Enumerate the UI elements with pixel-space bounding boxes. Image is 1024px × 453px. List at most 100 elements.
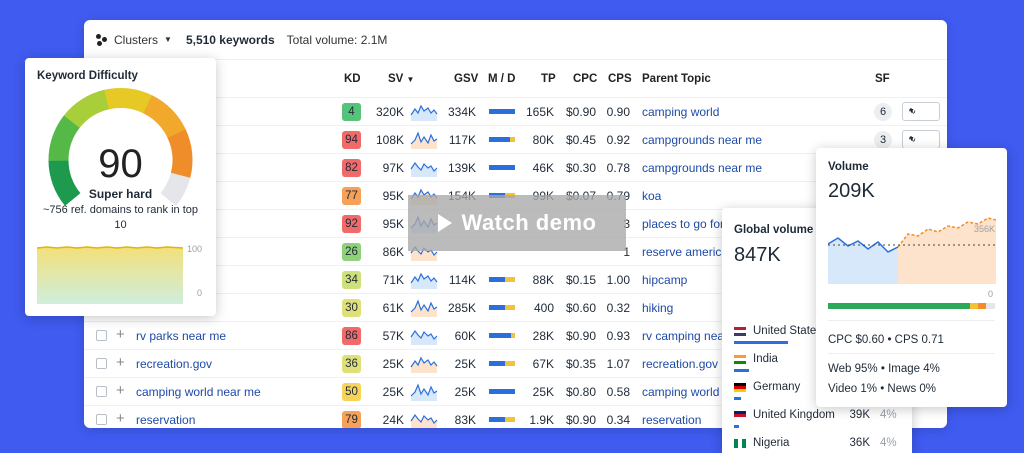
add-keyword-icon[interactable]: + xyxy=(116,327,125,342)
intent-segment xyxy=(978,303,986,309)
keyword-link[interactable]: rv parks near me xyxy=(136,329,226,343)
add-keyword-icon[interactable]: + xyxy=(116,411,125,426)
keyword-link[interactable]: reservation xyxy=(136,413,195,427)
col-cpc[interactable]: CPC xyxy=(573,73,597,85)
trend-dropdown[interactable]: ∿ ▼ xyxy=(902,102,940,121)
parent-topic-link[interactable]: recreation.gov xyxy=(642,357,718,371)
col-md[interactable]: M / D xyxy=(488,73,515,85)
mobile-share xyxy=(489,361,505,366)
country-name: Germany xyxy=(753,381,801,393)
volume-cpc-cps: CPC $0.60 • CPS 0.71 xyxy=(828,334,944,346)
volume-sparkline xyxy=(410,272,438,289)
volume-sparkline xyxy=(410,356,438,373)
row-checkbox[interactable] xyxy=(96,414,107,425)
kd-axis-min: 0 xyxy=(197,288,203,298)
volume-title: Volume xyxy=(828,161,869,173)
mobile-desktop-bar xyxy=(489,165,515,170)
cpc-value: $0.90 xyxy=(565,413,596,427)
keyword-link[interactable]: camping world near me xyxy=(136,385,261,399)
clusters-icon xyxy=(96,33,108,46)
search-volume: 25K xyxy=(382,385,404,399)
add-keyword-icon[interactable]: + xyxy=(116,383,125,398)
volume-video-news: Video 1% • News 0% xyxy=(828,383,937,395)
kd-badge: 92 xyxy=(342,215,361,233)
country-share-bar xyxy=(734,397,741,400)
volume-sparkline xyxy=(410,161,438,177)
col-kd[interactable]: KD xyxy=(344,73,361,85)
global-volume: 25K xyxy=(454,357,476,371)
country-volume: 36K xyxy=(849,437,870,449)
flag-de-icon xyxy=(734,383,746,392)
desktop-share xyxy=(505,361,515,366)
serp-features-count[interactable]: 3 xyxy=(874,131,892,149)
global-volume: 83K xyxy=(454,413,476,427)
kd-axis-max: 100 xyxy=(187,244,203,254)
parent-topic-link[interactable]: hiking xyxy=(642,301,673,315)
volume-sparkline xyxy=(410,329,438,345)
clusters-dropdown[interactable]: Clusters ▼ xyxy=(96,33,172,47)
mobile-desktop-bar xyxy=(489,389,515,394)
country-volume: 39K xyxy=(849,409,870,421)
parent-topic-link[interactable]: campgrounds near me xyxy=(642,161,762,175)
mobile-share xyxy=(489,109,515,114)
cpc-value: $0.90 xyxy=(565,105,596,119)
parent-topic-link[interactable]: hipcamp xyxy=(642,273,687,287)
row-checkbox[interactable] xyxy=(96,358,107,369)
col-sf[interactable]: SF xyxy=(875,73,890,85)
parent-topic-link[interactable]: reserve america xyxy=(642,245,728,259)
kd-badge: 50 xyxy=(342,383,361,401)
col-tp[interactable]: TP xyxy=(541,73,556,85)
country-name: Nigeria xyxy=(753,437,790,449)
watch-demo-button[interactable]: Watch demo xyxy=(408,195,626,251)
col-sv[interactable]: SV ▼ xyxy=(388,73,414,85)
kd-history-area xyxy=(37,247,183,304)
col-cps[interactable]: CPS xyxy=(608,73,632,85)
cpc-value: $0.60 xyxy=(565,301,596,315)
mobile-share xyxy=(489,305,505,310)
add-keyword-icon[interactable]: + xyxy=(116,355,125,370)
global-volume: 60K xyxy=(454,329,476,343)
mobile-share xyxy=(489,165,515,170)
mobile-desktop-bar xyxy=(489,333,515,338)
trend-dropdown[interactable]: ∿ ▼ xyxy=(902,130,940,149)
keyword-link[interactable]: recreation.gov xyxy=(136,357,212,371)
cpc-value: $0.45 xyxy=(565,133,596,147)
intent-segment xyxy=(970,303,978,309)
kd-gauge-segment xyxy=(63,89,110,129)
search-volume: 95K xyxy=(382,189,404,203)
volume-divider xyxy=(828,353,995,354)
parent-topic-link[interactable]: reservation xyxy=(642,413,701,427)
play-icon xyxy=(437,214,452,232)
col-parent-topic[interactable]: Parent Topic xyxy=(642,73,711,85)
serp-features-count[interactable]: 6 xyxy=(874,103,892,121)
parent-topic-link[interactable]: places to go for xyxy=(642,217,724,231)
volume-axis-max: 356K xyxy=(974,224,996,234)
mobile-share xyxy=(489,417,505,422)
kd-history-line xyxy=(37,246,183,249)
country-share-bar xyxy=(734,341,788,344)
kd-history-chart xyxy=(37,246,183,304)
cps-value: 0.90 xyxy=(606,105,630,119)
col-gsv[interactable]: GSV xyxy=(454,73,478,85)
kd-badge: 36 xyxy=(342,355,361,373)
parent-topic-link[interactable]: campgrounds near me xyxy=(642,133,762,147)
volume-sparkline xyxy=(410,104,438,121)
parent-topic-link[interactable]: rv camping near xyxy=(642,329,728,343)
parent-topic-link[interactable]: koa xyxy=(642,189,661,203)
parent-topic-link[interactable]: camping world xyxy=(642,105,719,119)
search-volume: 24K xyxy=(382,413,404,427)
row-checkbox[interactable] xyxy=(96,330,107,341)
row-checkbox[interactable] xyxy=(96,386,107,397)
kd-badge: 77 xyxy=(342,187,361,205)
country-share: 4% xyxy=(880,409,897,421)
kd-label: Super hard xyxy=(88,187,153,201)
parent-topic-link[interactable]: camping world xyxy=(642,385,719,399)
traffic-potential: 165K xyxy=(525,105,554,119)
country-name: United State xyxy=(753,325,817,337)
desktop-share xyxy=(505,277,515,282)
kd-score: 90 xyxy=(98,142,143,186)
country-name: United Kingdom xyxy=(753,409,835,421)
traffic-potential: 46K xyxy=(532,161,554,175)
volume-trend-chart xyxy=(828,217,996,284)
total-volume: Total volume: 2.1M xyxy=(286,32,388,47)
